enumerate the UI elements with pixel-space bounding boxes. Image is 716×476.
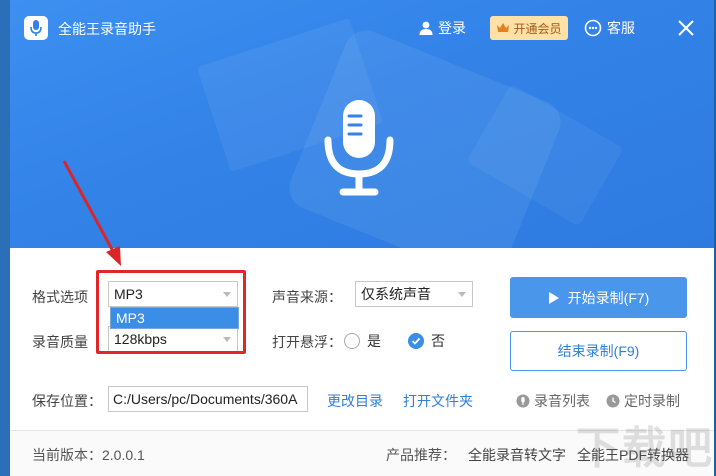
app-mic-icon [24,16,48,40]
login-label: 登录 [438,20,466,36]
app-title: 全能王录音助手 [58,21,156,37]
close-button[interactable] [676,18,696,38]
headset-icon [584,19,602,37]
source-label: 声音来源： [272,289,342,305]
format-select[interactable]: MP3 [108,281,238,307]
service-label: 客服 [607,20,635,36]
stop-record-button[interactable]: 结束录制(F9) [510,331,687,371]
source-value: 仅系统声音 [361,286,431,302]
save-path-field[interactable]: C:/Users/pc/Documents/360A [108,386,308,412]
stop-record-label: 结束录制(F9) [557,343,640,359]
version-text: 当前版本：2.0.0.1 [32,447,145,463]
product-link-pdf[interactable]: 全能王PDF转换器 [577,445,689,465]
title-bar: 全能王录音助手 登录 开通会员 客服 [10,0,714,56]
float-no-radio[interactable]: 否 [408,331,445,351]
quality-label: 录音质量 [32,334,88,350]
float-yes-radio[interactable]: 是 [344,331,381,351]
close-icon [678,20,694,36]
vip-label: 开通会员 [513,21,562,36]
service-button[interactable]: 客服 [584,18,635,38]
microphone-icon [323,98,395,198]
play-icon [548,291,559,304]
chevron-down-icon [458,292,466,297]
timer-record-button[interactable]: 定时录制 [606,391,680,411]
record-list-label: 录音列表 [534,393,590,409]
format-dropdown: MP3 [110,307,239,329]
vip-button[interactable]: 开通会员 [490,16,568,40]
format-value: MP3 [114,286,143,302]
float-no-label: 否 [431,333,445,349]
start-record-label: 开始录制(F7) [567,289,650,306]
chevron-down-icon [223,337,231,342]
product-link-transcribe[interactable]: 全能录音转文字 [468,445,566,465]
radio-unchecked-icon [344,333,360,349]
clock-icon [606,394,620,408]
chevron-down-icon [223,292,231,297]
quality-select[interactable]: 128kbps [108,326,238,352]
record-list-icon [516,394,530,408]
recommend-label: 产品推荐： [386,447,456,463]
crown-icon [497,23,510,32]
format-label: 格式选项 [32,289,88,305]
record-list-button[interactable]: 录音列表 [516,391,590,411]
save-location-label: 保存位置： [32,393,102,409]
format-option-mp3[interactable]: MP3 [111,308,238,328]
timer-record-label: 定时录制 [624,393,680,409]
login-button[interactable]: 登录 [418,18,466,38]
source-select[interactable]: 仅系统声音 [355,281,473,307]
change-dir-link[interactable]: 更改目录 [327,391,383,411]
settings-panel: 格式选项 MP3 录音质量 128kbps MP3 声音来源： 仅系统声音 打开… [10,248,714,476]
app-window: 全能王录音助手 登录 开通会员 客服 格式选项 MP3 录音质量 128kbps… [10,0,714,476]
float-yes-label: 是 [367,333,381,349]
check-icon [408,333,424,349]
open-folder-link[interactable]: 打开文件夹 [403,391,473,411]
footer: 当前版本：2.0.0.1 产品推荐： 全能录音转文字 全能王PDF转换器 [10,430,714,476]
header: 全能王录音助手 登录 开通会员 客服 [10,0,714,248]
float-label: 打开悬浮： [272,334,342,350]
start-record-button[interactable]: 开始录制(F7) [510,277,687,318]
user-icon [419,21,433,35]
quality-value: 128kbps [114,331,167,347]
